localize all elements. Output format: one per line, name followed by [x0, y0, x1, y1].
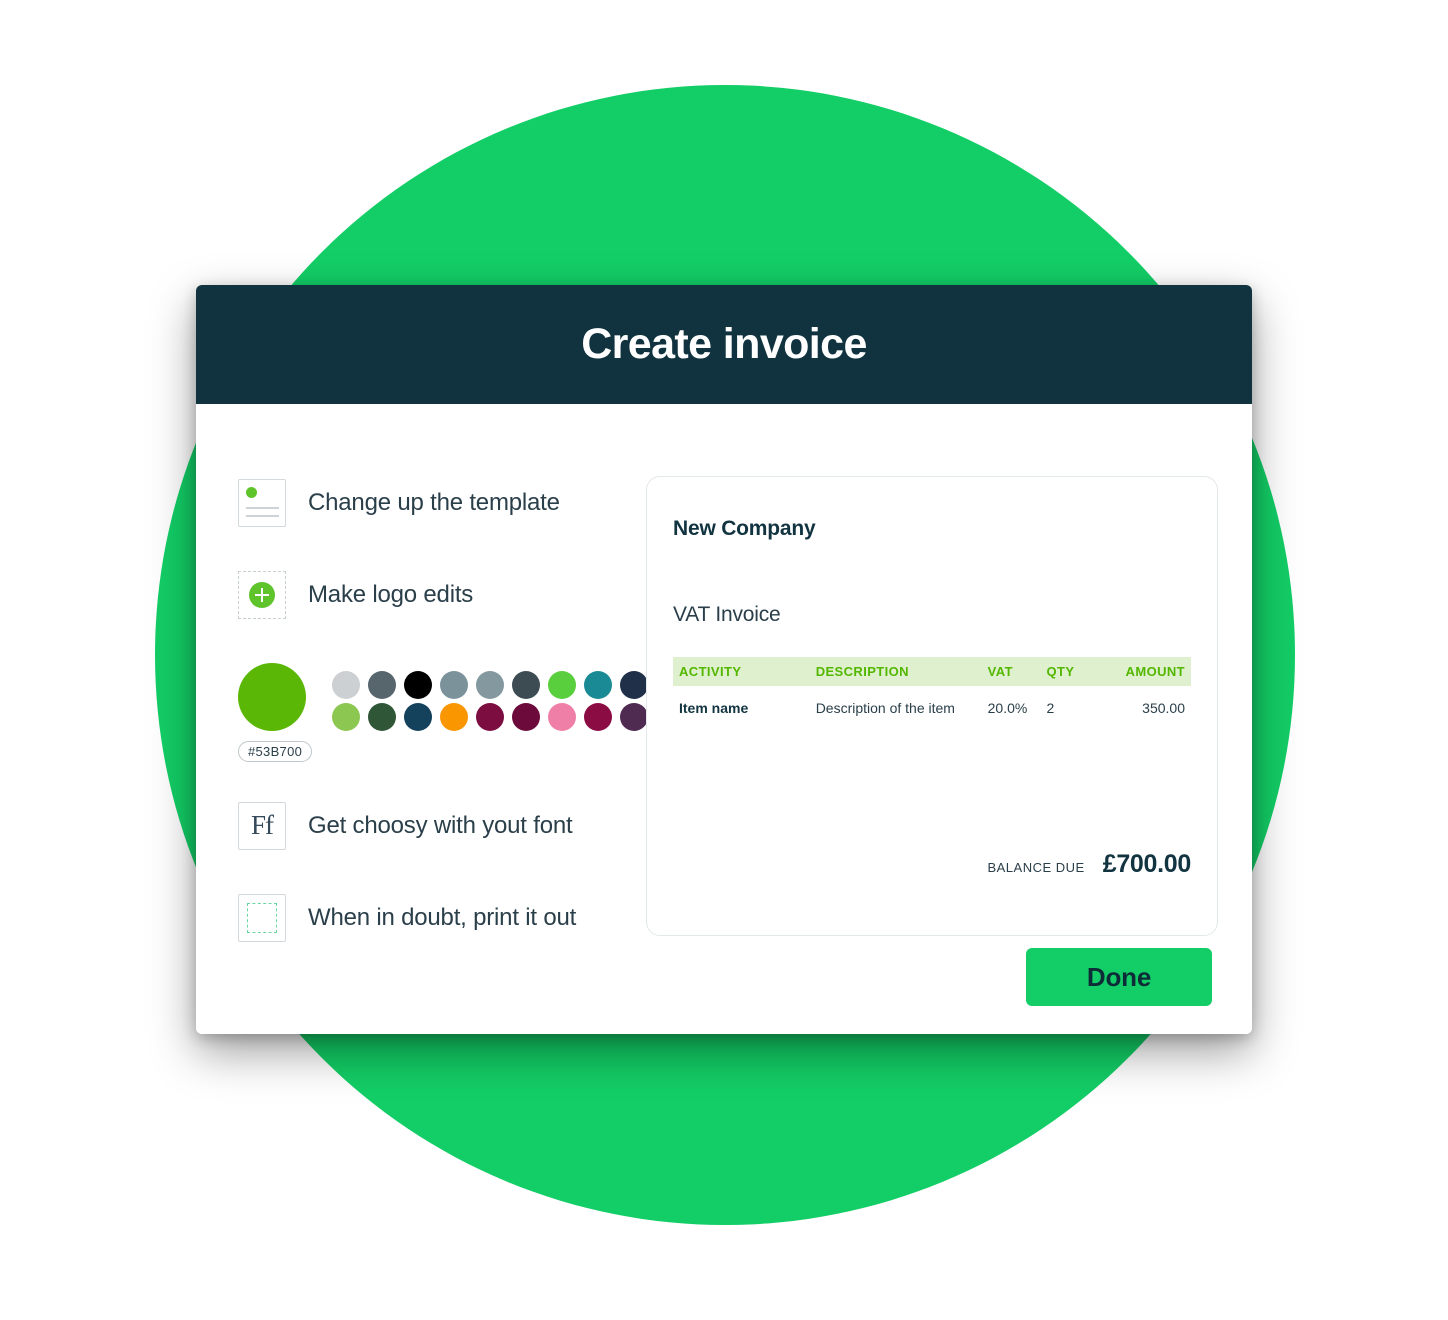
option-label-logo: Make logo edits: [308, 581, 474, 608]
selected-color-group: #53B700: [238, 663, 313, 762]
balance-due-amount: £700.00: [1102, 850, 1192, 878]
crop-mark-top-icon: [247, 903, 277, 904]
template-line-icon: [246, 515, 279, 517]
invoice-type-heading: VAT Invoice: [673, 603, 781, 626]
add-logo-icon: [238, 571, 286, 619]
plus-icon: [249, 582, 275, 608]
table-row: Item name Description of the item 20.0% …: [673, 686, 1191, 716]
option-change-template[interactable]: Change up the template: [238, 479, 646, 527]
color-swatch-slate-gray[interactable]: [368, 671, 396, 699]
option-label-font: Get choosy with yout font: [308, 812, 573, 839]
customisation-options-list: Change up the template Make logo edits #…: [196, 404, 648, 1034]
option-label-template: Change up the template: [308, 489, 560, 516]
done-button[interactable]: Done: [1026, 948, 1212, 1006]
option-print-it-out[interactable]: When in doubt, print it out: [238, 894, 646, 942]
balance-due-label: BALANCE DUE: [987, 860, 1085, 875]
color-swatch-steel-blue[interactable]: [476, 671, 504, 699]
create-invoice-dialog: Create invoice Change up the template Ma…: [196, 285, 1252, 1034]
color-swatch-forest-green[interactable]: [368, 703, 396, 731]
color-swatch-teal[interactable]: [584, 671, 612, 699]
option-choose-font[interactable]: Ff Get choosy with yout font: [238, 802, 646, 850]
print-crop-marks-icon: [238, 894, 286, 942]
color-swatch-dark-maroon[interactable]: [512, 703, 540, 731]
template-line-icon: [246, 507, 279, 509]
invoice-company-name: New Company: [673, 517, 816, 540]
balance-due-row: BALANCE DUE £700.00: [987, 850, 1191, 879]
color-swatch-light-gray[interactable]: [332, 671, 360, 699]
color-picker: #53B700: [238, 663, 648, 762]
invoice-table-body: Item name Description of the item 20.0% …: [673, 686, 1191, 716]
column-header-description: DESCRIPTION: [815, 657, 988, 686]
dialog-header: Create invoice: [196, 285, 1252, 404]
option-label-print: When in doubt, print it out: [308, 904, 577, 931]
color-swatch-dark-navy[interactable]: [620, 671, 648, 699]
invoice-preview-panel: New Company VAT Invoice ACTIVITY DESCRIP…: [646, 404, 1218, 1034]
color-swatch-blue-gray[interactable]: [440, 671, 468, 699]
dialog-body: Change up the template Make logo edits #…: [196, 404, 1252, 1034]
crop-mark-left-icon: [247, 903, 248, 933]
color-swatch-light-green[interactable]: [332, 703, 360, 731]
invoice-line-items-table: ACTIVITY DESCRIPTION VAT QTY AMOUNT Item…: [673, 657, 1191, 716]
crop-mark-right-icon: [276, 903, 277, 933]
column-header-activity: ACTIVITY: [673, 657, 816, 686]
cell-activity: Item name: [679, 700, 749, 716]
template-logo-dot-icon: [246, 487, 257, 498]
crop-mark-bottom-icon: [247, 932, 277, 933]
color-swatch-maroon[interactable]: [476, 703, 504, 731]
cell-description: Description of the item: [815, 700, 955, 716]
color-swatch-purple[interactable]: [620, 703, 648, 731]
cell-vat: 20.0%: [987, 700, 1028, 716]
color-swatch-navy-blue[interactable]: [404, 703, 432, 731]
column-header-amount: AMOUNT: [1100, 657, 1191, 686]
color-swatch-orange[interactable]: [440, 703, 468, 731]
dialog-footer: Done: [1026, 948, 1212, 1006]
template-card-icon: [238, 479, 286, 527]
invoice-preview-card[interactable]: New Company VAT Invoice ACTIVITY DESCRIP…: [646, 476, 1218, 936]
invoice-table-head: ACTIVITY DESCRIPTION VAT QTY AMOUNT: [673, 657, 1191, 686]
color-swatch-grid: [332, 671, 652, 731]
hex-code-chip[interactable]: #53B700: [238, 741, 313, 762]
selected-color-swatch[interactable]: [238, 663, 306, 731]
color-swatch-pink[interactable]: [548, 703, 576, 731]
column-header-vat: VAT: [987, 657, 1047, 686]
table-header-row: ACTIVITY DESCRIPTION VAT QTY AMOUNT: [673, 657, 1191, 686]
color-swatch-black[interactable]: [404, 671, 432, 699]
color-swatch-dark-slate[interactable]: [512, 671, 540, 699]
column-header-qty: QTY: [1046, 657, 1101, 686]
cell-amount: 350.00: [1142, 700, 1185, 716]
option-make-logo-edits[interactable]: Make logo edits: [238, 571, 646, 619]
page-title: Create invoice: [581, 320, 867, 368]
screenshot-canvas: Create invoice Change up the template Ma…: [0, 0, 1448, 1320]
color-swatch-wine[interactable]: [584, 703, 612, 731]
font-Ff-icon: Ff: [238, 802, 286, 850]
color-swatch-bright-green[interactable]: [548, 671, 576, 699]
cell-qty: 2: [1046, 700, 1055, 716]
